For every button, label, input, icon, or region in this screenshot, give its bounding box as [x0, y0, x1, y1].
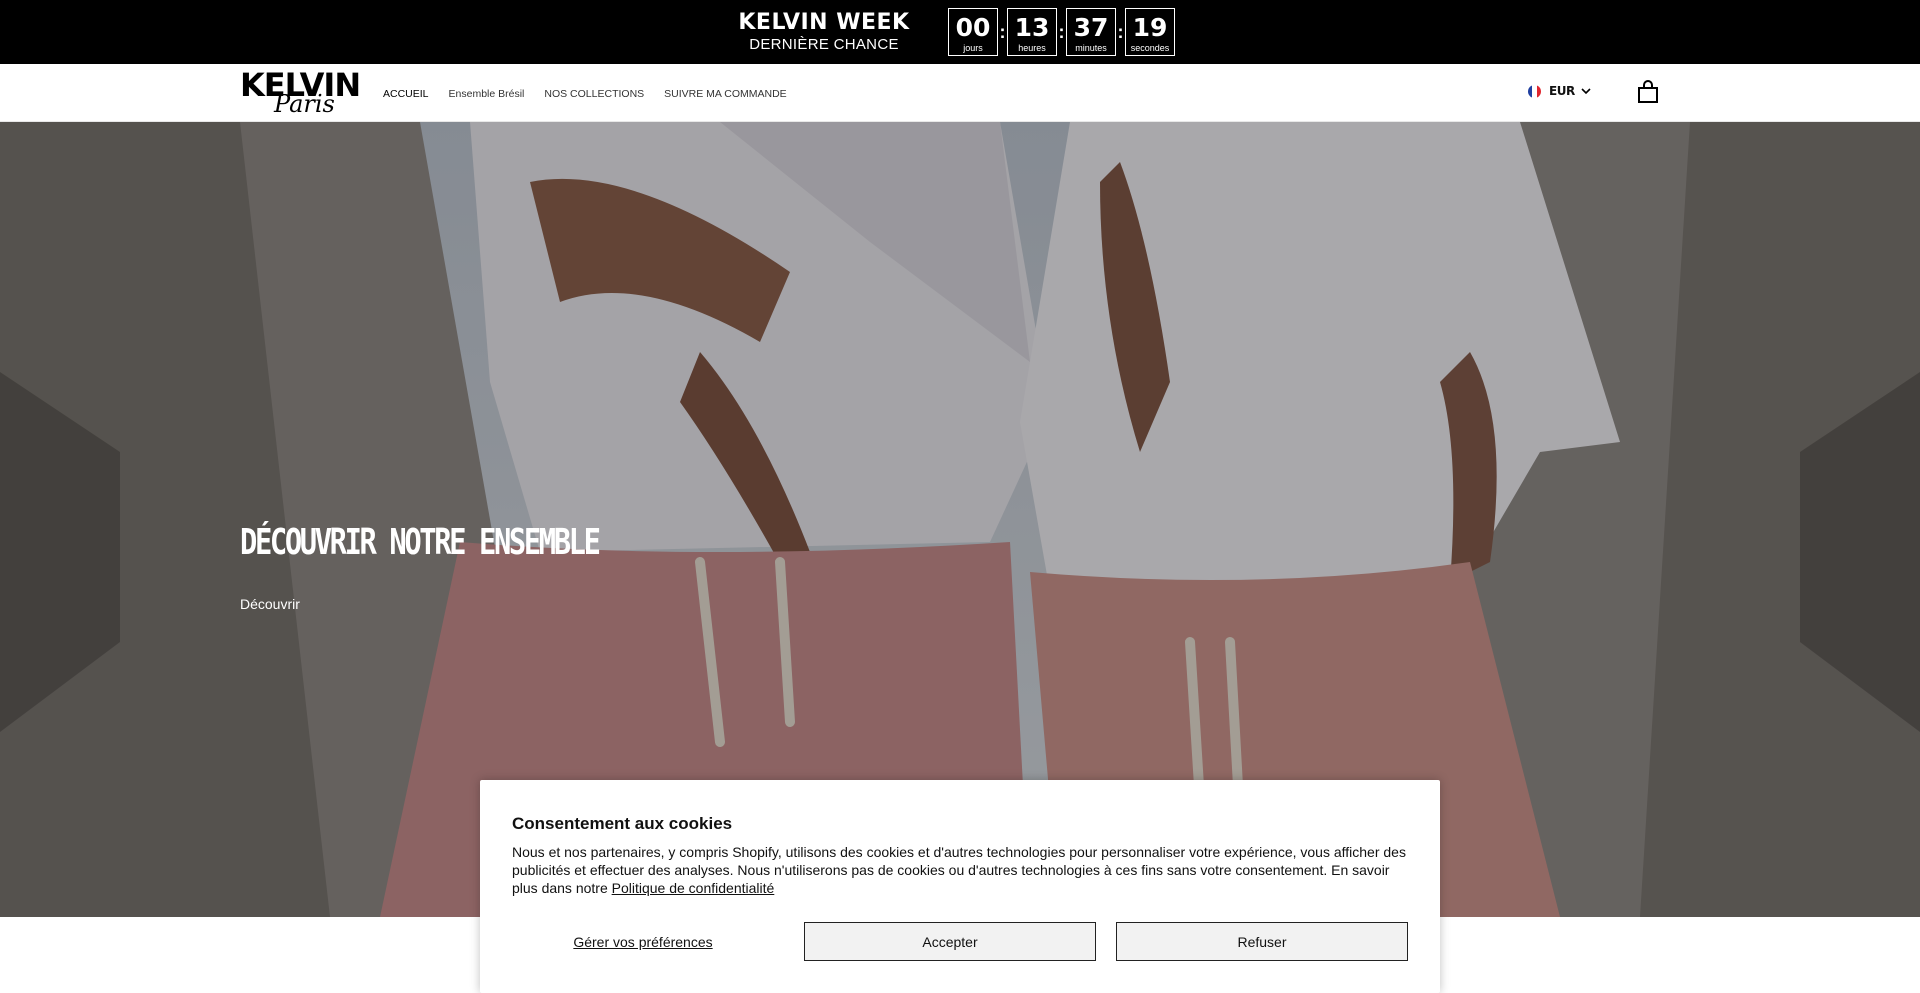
- countdown-value: 37: [1073, 13, 1109, 42]
- cookie-text: Nous et nos partenaires, y compris Shopi…: [512, 843, 1412, 897]
- countdown-minutes: 37 minutes: [1066, 8, 1116, 56]
- refuse-button[interactable]: Refuser: [1116, 922, 1408, 961]
- nav-item-ensemble-bresil[interactable]: Ensemble Brésil: [449, 88, 525, 100]
- main-nav: ACCUEIL Ensemble Brésil NOS COLLECTIONS …: [383, 88, 807, 100]
- countdown-label: jours: [963, 43, 983, 53]
- logo[interactable]: KELVIN Paris: [240, 69, 364, 118]
- countdown-hours: 13 heures: [1007, 8, 1057, 56]
- countdown-value: 13: [1014, 13, 1050, 42]
- nav-item-nos-collections[interactable]: NOS COLLECTIONS: [544, 88, 644, 100]
- announcement-subtitle: DERNIÈRE CHANCE: [749, 36, 899, 53]
- france-flag-icon: [1528, 84, 1541, 98]
- countdown-timer: 00 jours : 13 heures : 37 minutes : 19 s…: [948, 8, 1175, 56]
- countdown-separator: :: [1058, 21, 1065, 42]
- countdown-label: secondes: [1130, 43, 1170, 53]
- cookie-consent-banner: Consentement aux cookies Nous et nos par…: [480, 780, 1440, 993]
- countdown-separator: :: [999, 21, 1006, 42]
- announcement-bar: KELVIN WEEK DERNIÈRE CHANCE 00 jours : 1…: [0, 0, 1920, 64]
- currency-label: EUR: [1549, 84, 1575, 98]
- chevron-down-icon: [1581, 88, 1591, 95]
- countdown-value: 00: [955, 13, 991, 42]
- nav-item-accueil[interactable]: ACCUEIL: [383, 88, 429, 100]
- announcement-text: KELVIN WEEK DERNIÈRE CHANCE: [736, 10, 912, 54]
- accept-button[interactable]: Accepter: [804, 922, 1096, 961]
- hero-title: DÉCOUVRIR NOTRE ENSEMBLE: [240, 522, 601, 563]
- privacy-policy-link[interactable]: Politique de confidentialité: [612, 880, 775, 896]
- hero-discover-link[interactable]: Découvrir: [240, 596, 300, 612]
- countdown-label: heures: [1018, 43, 1046, 53]
- announcement-title: KELVIN WEEK: [738, 10, 910, 35]
- logo-script: Paris: [274, 90, 335, 118]
- site-header: KELVIN Paris ACCUEIL Ensemble Brésil NOS…: [0, 64, 1920, 122]
- currency-selector[interactable]: EUR: [1528, 84, 1592, 98]
- manage-preferences-button[interactable]: Gérer vos préférences: [512, 922, 774, 961]
- countdown-separator: :: [1117, 21, 1124, 42]
- cookie-title: Consentement aux cookies: [512, 814, 733, 833]
- countdown-label: minutes: [1075, 43, 1107, 53]
- shopping-bag-icon[interactable]: [1637, 80, 1659, 104]
- nav-item-suivre-commande[interactable]: SUIVRE MA COMMANDE: [664, 88, 787, 100]
- countdown-value: 19: [1132, 13, 1168, 42]
- countdown-days: 00 jours: [948, 8, 998, 56]
- countdown-seconds: 19 secondes: [1125, 8, 1175, 56]
